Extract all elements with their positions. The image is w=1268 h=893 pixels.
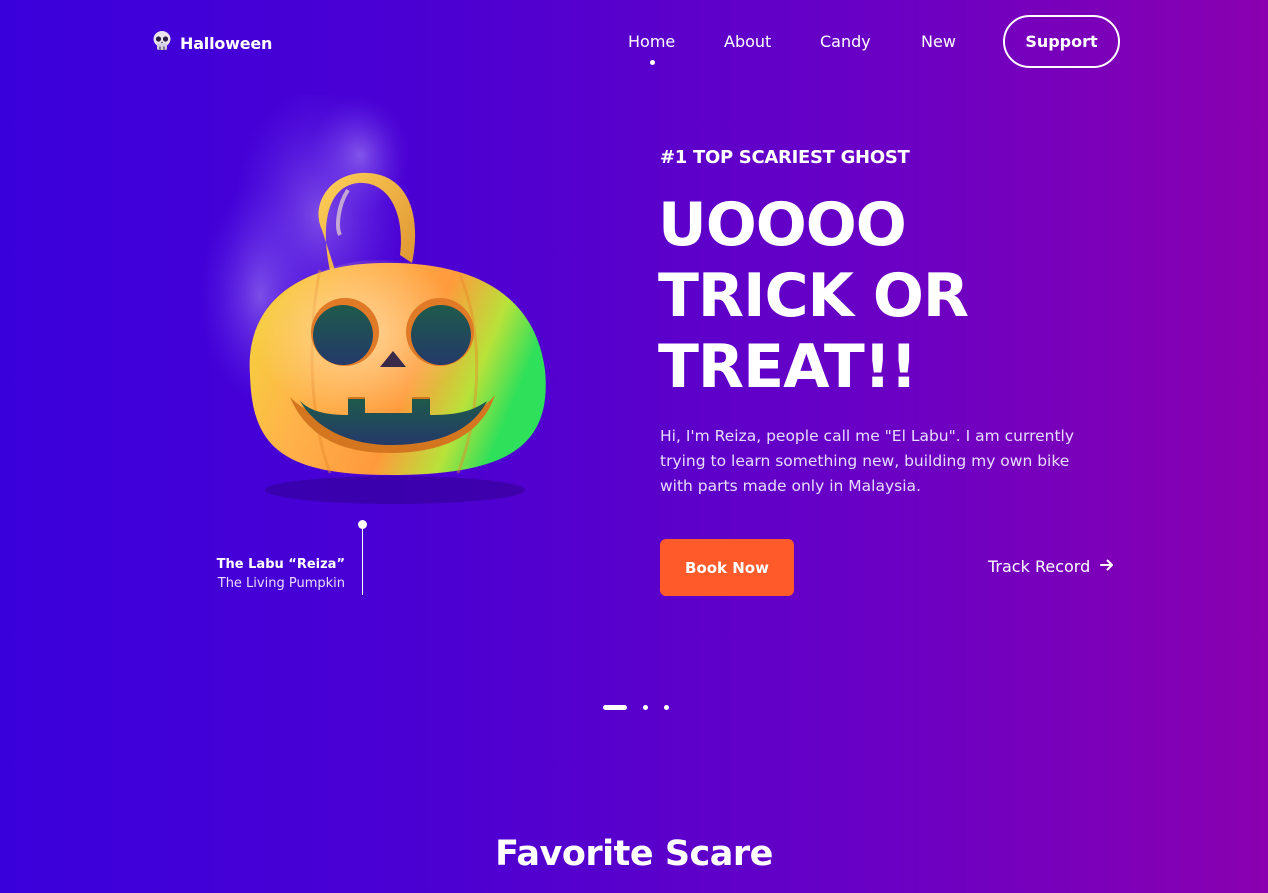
headline-line-2: TRICK OR [658, 261, 969, 331]
book-now-button[interactable]: Book Now [660, 539, 794, 596]
track-record-label: Track Record [988, 557, 1091, 576]
support-button[interactable]: Support [1003, 15, 1120, 68]
hero-eyebrow: #1 TOP SCARIEST GHOST [660, 147, 910, 168]
jack-o-lantern-icon [190, 85, 570, 515]
nav-active-indicator [650, 60, 655, 65]
character-caption: The Labu “Reiza” The Living Pumpkin [217, 556, 345, 595]
nav-candy[interactable]: Candy [820, 32, 871, 51]
pager-dot-1-active[interactable] [603, 705, 627, 710]
hero-description: Hi, I'm Reiza, people call me "El Labu".… [660, 427, 1075, 495]
nav-home[interactable]: Home [628, 32, 675, 51]
hero-headline: UOOOO TRICK OR TREAT!! [658, 190, 1078, 403]
headline-line-1: UOOOO [658, 190, 907, 260]
headline-line-3: TREAT!! [658, 332, 918, 402]
section-title: Favorite Scare [495, 834, 773, 874]
nav-about[interactable]: About [724, 32, 771, 51]
pager-dot-3[interactable] [664, 705, 669, 710]
caption-line [362, 527, 363, 595]
nav-new[interactable]: New [921, 32, 956, 51]
track-record-link[interactable]: Track Record [988, 557, 1114, 576]
character-subtitle: The Living Pumpkin [217, 576, 345, 591]
character-name: The Labu “Reiza” [216, 557, 345, 572]
pager-dot-2[interactable] [643, 705, 648, 710]
arrow-right-icon [1100, 557, 1114, 576]
